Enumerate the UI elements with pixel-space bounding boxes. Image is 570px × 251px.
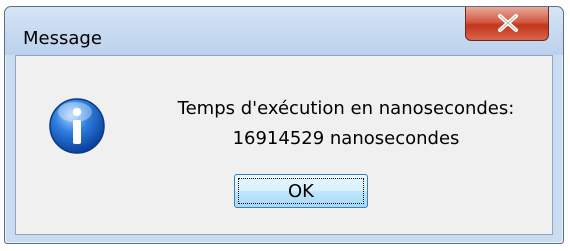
dialog-title: Message [23, 28, 102, 49]
info-icon [49, 98, 105, 154]
close-button[interactable] [465, 7, 549, 41]
message-line-2: 16914529 nanosecondes [232, 128, 460, 149]
dialog-content: Temps d'exécution en nanosecondes: 16914… [15, 55, 553, 235]
ok-button-label: OK [238, 178, 364, 204]
message-dialog: Message Temps d'exécution en nanoseconde… [4, 6, 564, 244]
close-icon [498, 14, 518, 32]
message-line-1: Temps d'exécution en nanosecondes: [177, 98, 515, 119]
title-bar[interactable]: Message [5, 7, 563, 55]
message-text: Temps d'exécution en nanosecondes: 16914… [126, 94, 566, 154]
ok-button[interactable]: OK [234, 174, 368, 208]
